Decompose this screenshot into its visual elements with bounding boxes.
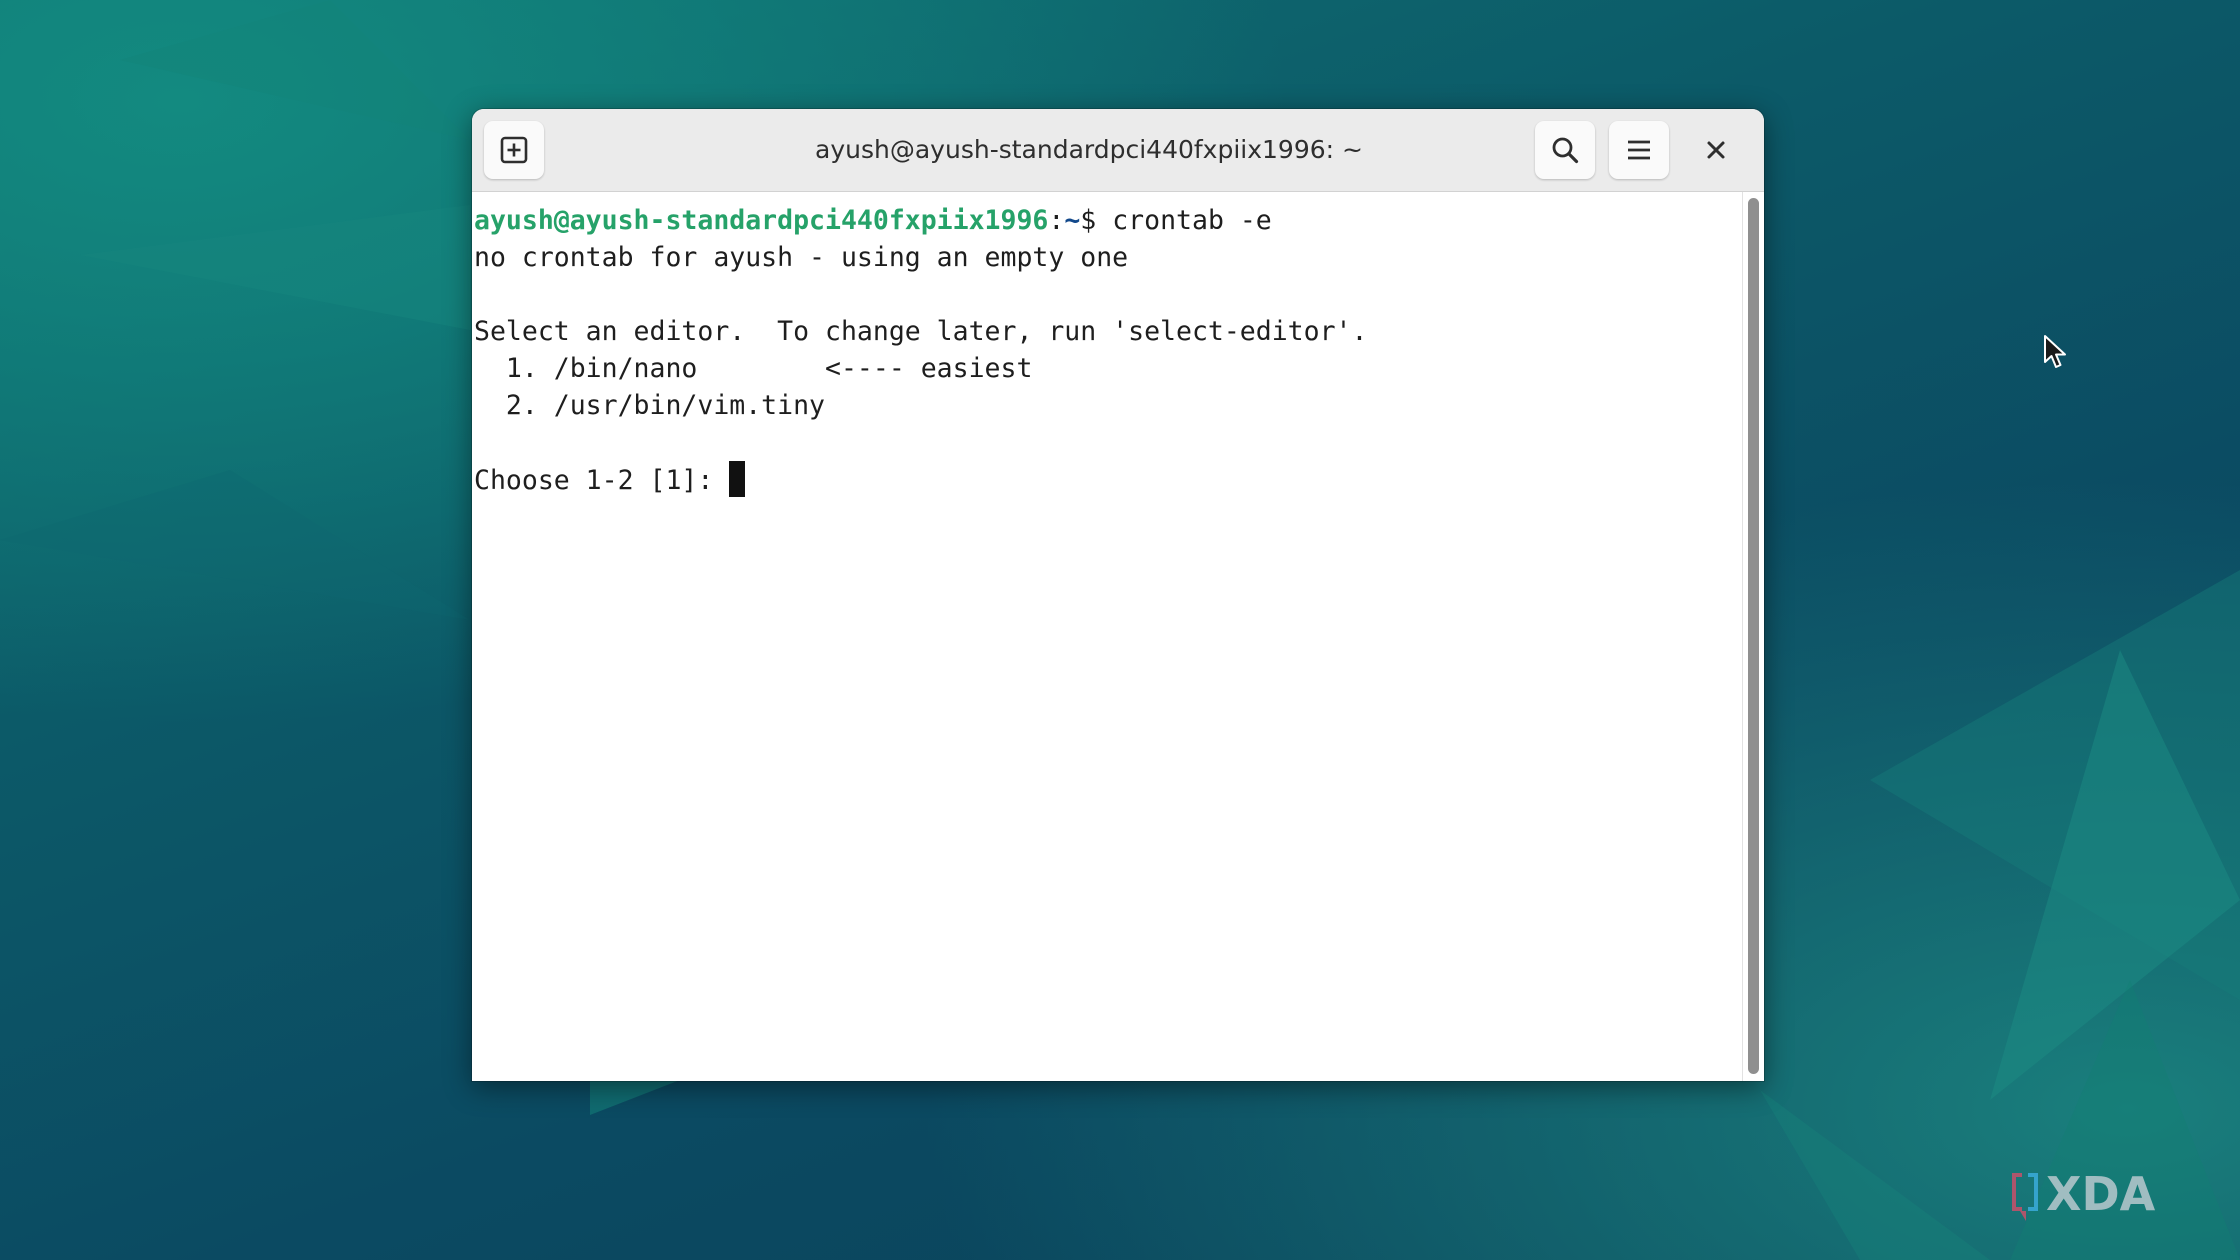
command-text: crontab -e	[1112, 205, 1272, 236]
new-tab-button[interactable]	[484, 121, 544, 179]
output-line: 2. /usr/bin/vim.tiny	[474, 390, 825, 421]
new-tab-icon	[500, 136, 528, 164]
terminal-output[interactable]: ayush@ayush-standardpci440fxpiix1996:~$ …	[472, 192, 1742, 1081]
search-icon	[1552, 137, 1579, 164]
command-line: ayush@ayush-standardpci440fxpiix1996:~$ …	[474, 202, 1272, 239]
xda-watermark-logo: XDA	[2008, 1165, 2168, 1227]
input-prompt-line[interactable]: Choose 1-2 [1]:	[474, 461, 746, 498]
output-line: 1. /bin/nano <---- easiest	[474, 353, 1033, 384]
prompt-user-host: ayush@ayush-standardpci440fxpiix1996	[474, 205, 1049, 236]
close-icon	[1707, 141, 1725, 159]
prompt-symbol: $	[1080, 205, 1113, 236]
hamburger-menu-icon	[1628, 140, 1650, 160]
terminal-window[interactable]: ayush@ayush-standardpci440fxpiix1996: ~ …	[472, 109, 1764, 1081]
terminal-scrollbar[interactable]	[1742, 192, 1764, 1081]
close-window-button[interactable]	[1692, 126, 1740, 174]
window-title: ayush@ayush-standardpci440fxpiix1996: ~	[815, 135, 1363, 164]
window-titlebar[interactable]: ayush@ayush-standardpci440fxpiix1996: ~	[472, 109, 1764, 192]
text-cursor	[729, 461, 746, 497]
output-line: no crontab for ayush - using an empty on…	[474, 242, 1129, 273]
prompt-separator: :	[1048, 205, 1065, 236]
prompt-path: ~	[1064, 205, 1081, 236]
svg-text:XDA: XDA	[2046, 1167, 2156, 1221]
search-button[interactable]	[1535, 121, 1595, 179]
main-menu-button[interactable]	[1609, 121, 1669, 179]
scrollbar-thumb[interactable]	[1748, 198, 1759, 1074]
input-prompt-text: Choose 1-2 [1]:	[474, 465, 730, 496]
mouse-pointer-icon	[2043, 334, 2069, 374]
output-line: Select an editor. To change later, run '…	[474, 316, 1368, 347]
